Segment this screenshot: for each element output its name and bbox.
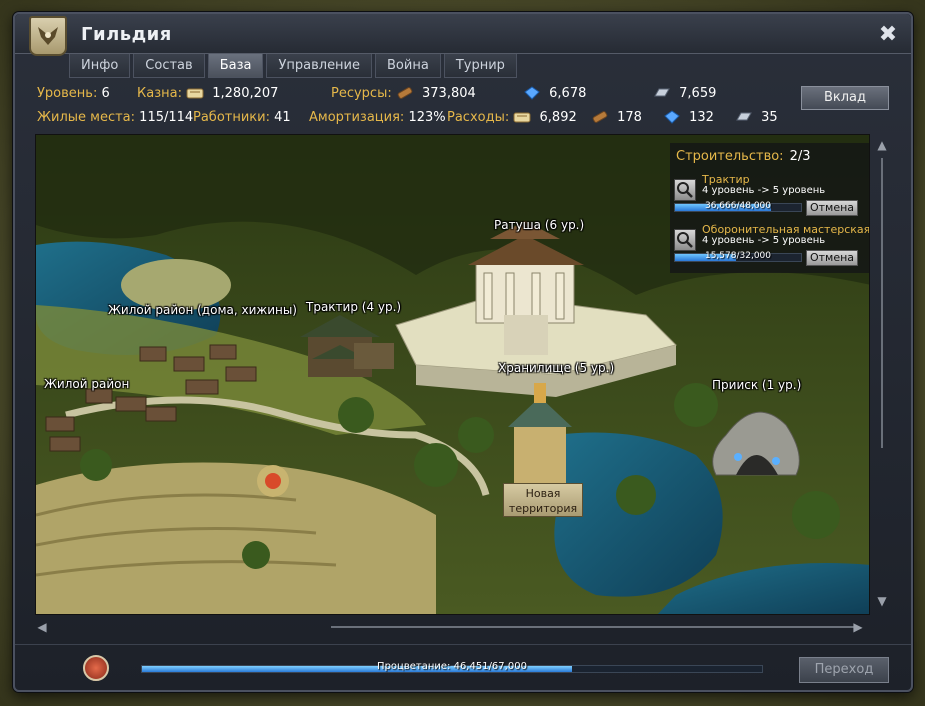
map-label-storage[interactable]: Хранилище (5 ур.) <box>498 361 614 375</box>
map-label-town-hall[interactable]: Ратуша (6 ур.) <box>494 218 584 232</box>
stats-panel: Уровень: 6 Казна: 1,280,207 Ресурсы: 373… <box>15 84 911 130</box>
crystal-icon <box>523 86 541 104</box>
construction-item-defense-workshop: Оборонительная мастерская 4 уровень -> 5… <box>674 223 869 271</box>
map-label-tavern[interactable]: Трактир (4 ур.) <box>306 300 401 314</box>
stat-crystal: 6,678 <box>523 86 586 104</box>
new-territory-sign[interactable]: Новая территория <box>503 483 583 517</box>
scroll-up-icon[interactable]: ▲ <box>875 138 889 152</box>
horizontal-scroll-track[interactable] <box>331 626 855 628</box>
stat-expense-metal: 35 <box>735 110 778 128</box>
wood-icon <box>396 86 414 104</box>
prosperity-bar: Процветание: 46,451/67,000 <box>141 661 763 673</box>
crystal-icon <box>663 110 681 128</box>
map-label-residential[interactable]: Жилой район <box>44 377 129 391</box>
cancel-button[interactable]: Отмена <box>806 200 858 216</box>
magnifier-icon[interactable] <box>674 229 696 251</box>
stat-expense-crystal: 132 <box>663 110 714 128</box>
stat-housing: Жилые места: 115/114 <box>37 110 194 125</box>
guild-emblem-icon <box>29 16 67 56</box>
scroll-icon <box>186 86 204 104</box>
go-button[interactable]: Переход <box>799 657 889 683</box>
scroll-down-icon[interactable]: ▼ <box>875 594 889 608</box>
guild-window: Гильдия ✖ Инфо Состав База Управление Во… <box>13 12 913 692</box>
vertical-scroll-track[interactable] <box>881 158 883 448</box>
tab-bar: Инфо Состав База Управление Война Турнир <box>69 54 520 78</box>
scroll-icon <box>513 110 531 128</box>
prosperity-icon <box>83 655 109 681</box>
stat-expense-wood: 178 <box>591 110 642 128</box>
window-title: Гильдия <box>81 24 172 45</box>
construction-item-tavern: Трактир 4 уровень -> 5 уровень 36,666/48… <box>674 173 868 221</box>
stat-expenses: Расходы: 6,892 <box>447 110 577 128</box>
metal-ingot-icon <box>653 86 671 104</box>
magnifier-icon[interactable] <box>674 179 696 201</box>
title-bar: Гильдия ✖ <box>15 14 911 56</box>
metal-ingot-icon <box>735 110 753 128</box>
tab-tournament[interactable]: Турнир <box>443 54 517 78</box>
scroll-left-icon[interactable]: ◀ <box>35 620 49 634</box>
stat-level: Уровень: 6 <box>37 86 110 101</box>
construction-panel: Строительство: 2/3 Трактир 4 уровень -> 5… <box>670 143 869 273</box>
construction-title: Строительство: 2/3 <box>676 149 811 164</box>
wood-icon <box>591 110 609 128</box>
scroll-right-icon[interactable]: ▶ <box>851 620 865 634</box>
map-label-residential-huts[interactable]: Жилой район (дома, хижины) <box>108 303 297 317</box>
tab-base[interactable]: База <box>207 54 264 78</box>
map-label-mine[interactable]: Прииск (1 ур.) <box>712 378 801 392</box>
tab-info[interactable]: Инфо <box>69 54 131 78</box>
stat-depreciation: Амортизация: 123% <box>309 110 446 125</box>
guild-base-map[interactable]: Ратуша (6 ур.) Жилой район (дома, хижины… <box>35 134 870 615</box>
tab-war[interactable]: Война <box>375 54 441 78</box>
close-icon[interactable]: ✖ <box>875 22 901 48</box>
deposit-button[interactable]: Вклад <box>801 86 889 110</box>
stat-resources: Ресурсы: 373,804 <box>331 86 476 104</box>
tab-management[interactable]: Управление <box>266 54 373 78</box>
stat-treasury: Казна: 1,280,207 <box>137 86 278 104</box>
stat-metal: 7,659 <box>653 86 716 104</box>
tab-members[interactable]: Состав <box>133 54 205 78</box>
horizontal-scrollbar[interactable]: ◀ ▶ <box>35 620 870 634</box>
vertical-scrollbar[interactable]: ▲ ▼ <box>875 138 889 610</box>
stat-workers: Работники: 41 <box>193 110 291 125</box>
footer-bar: Процветание: 46,451/67,000 Переход <box>15 644 911 692</box>
cancel-button[interactable]: Отмена <box>806 250 858 266</box>
